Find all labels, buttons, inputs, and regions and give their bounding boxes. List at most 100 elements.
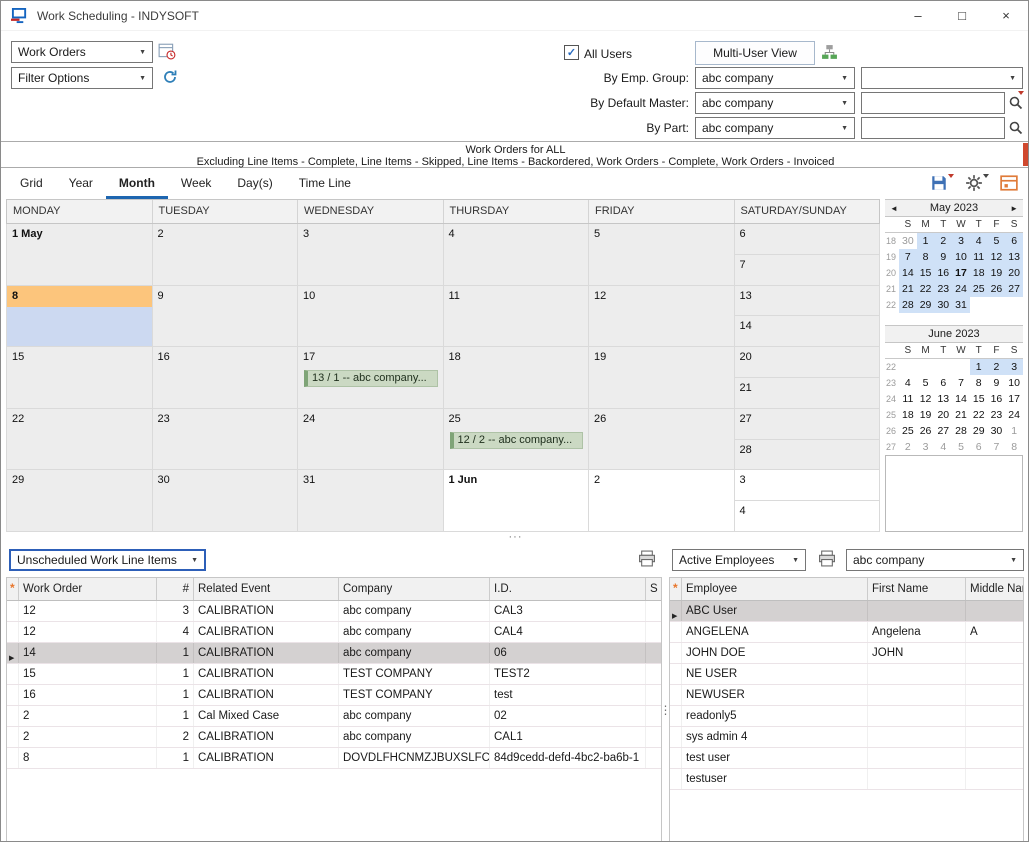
calendar-day[interactable]: 26	[589, 409, 735, 471]
work-line-item-row[interactable]: 12 3 CALIBRATION abc company CAL3	[7, 601, 661, 622]
schedule-calendar-button[interactable]	[158, 42, 176, 63]
minical-day[interactable]: 4	[970, 233, 988, 249]
related-event-cell[interactable]: CALIBRATION	[194, 664, 339, 684]
minical-day[interactable]: 12	[917, 391, 935, 407]
minical-day[interactable]	[934, 359, 952, 375]
minical-day[interactable]: 2	[934, 233, 952, 249]
view-tab[interactable]: Week	[168, 168, 224, 199]
line-number-cell[interactable]: 3	[157, 601, 194, 621]
print-right-button[interactable]	[817, 550, 837, 570]
employee-row[interactable]: JOHN DOE JOHN	[670, 643, 1023, 664]
sunday-cell[interactable]: 4	[735, 501, 880, 531]
calendar-day[interactable]: 22	[7, 409, 153, 471]
sunday-cell[interactable]: 7	[735, 255, 880, 285]
first-name-cell[interactable]	[868, 601, 966, 621]
first-name-cell[interactable]	[868, 727, 966, 747]
minical-day[interactable]: 19	[988, 265, 1006, 281]
minical-day[interactable]	[917, 359, 935, 375]
minical-day[interactable]: 21	[952, 407, 970, 423]
calendar-day[interactable]: 19	[589, 347, 735, 409]
column-header[interactable]: Work Order	[19, 578, 157, 600]
column-header[interactable]: Middle Name	[966, 578, 1023, 600]
calendar-day[interactable]: 11	[444, 286, 590, 348]
employee-cell[interactable]: ABC User	[682, 601, 868, 621]
minical-day[interactable]: 30	[988, 423, 1006, 439]
related-event-cell[interactable]: CALIBRATION	[194, 727, 339, 747]
s-cell[interactable]	[646, 706, 661, 726]
minical-day[interactable]: 29	[970, 423, 988, 439]
employee-cell[interactable]: testuser	[682, 769, 868, 789]
view-tab[interactable]: Year	[56, 168, 106, 199]
calendar-day[interactable]: 29	[7, 470, 153, 532]
column-header[interactable]: #	[157, 578, 194, 600]
minical-day[interactable]	[988, 297, 1006, 313]
minical-day[interactable]: 24	[952, 281, 970, 297]
s-cell[interactable]	[646, 685, 661, 705]
emp-group-extra-select[interactable]: ▼	[861, 67, 1023, 89]
calendar-day[interactable]: 31	[298, 470, 444, 532]
active-employees-select[interactable]: Active Employees ▼	[672, 549, 806, 571]
minical-day[interactable]: 9	[934, 249, 952, 265]
work-line-item-row[interactable]: 15 1 CALIBRATION TEST COMPANY TEST2	[7, 664, 661, 685]
unscheduled-items-select[interactable]: Unscheduled Work Line Items ▼	[9, 549, 206, 571]
work-order-cell[interactable]: 14	[19, 643, 157, 663]
calendar-day[interactable]: 1 May	[7, 224, 153, 286]
first-name-cell[interactable]	[868, 685, 966, 705]
employee-cell[interactable]: ANGELENA	[682, 622, 868, 642]
minical-day[interactable]: 31	[952, 297, 970, 313]
minical-day[interactable]: 4	[934, 439, 952, 455]
company-cell[interactable]: abc company	[339, 601, 490, 621]
vertical-splitter[interactable]: ⋮	[662, 577, 669, 842]
all-users-checkbox[interactable]: ✓	[564, 45, 579, 60]
employee-row[interactable]: readonly5	[670, 706, 1023, 727]
minical-day[interactable]: 2	[899, 439, 917, 455]
work-line-item-row[interactable]: 2 2 CALIBRATION abc company CAL1	[7, 727, 661, 748]
minical-day[interactable]: 27	[934, 423, 952, 439]
horizontal-splitter[interactable]: ···	[1, 532, 1029, 544]
first-name-cell[interactable]: JOHN	[868, 643, 966, 663]
default-master-field[interactable]	[861, 92, 1005, 114]
minical-day[interactable]: 5	[917, 375, 935, 391]
minical-day[interactable]: 3	[917, 439, 935, 455]
calendar-day[interactable]: 2	[153, 224, 299, 286]
minical-day[interactable]: 10	[1005, 375, 1023, 391]
calendar-day[interactable]: 17 13 / 1 -- abc company...	[298, 347, 444, 409]
employee-cell[interactable]: NE USER	[682, 664, 868, 684]
minical-day[interactable]: 5	[988, 233, 1006, 249]
related-event-cell[interactable]: CALIBRATION	[194, 748, 339, 768]
minical-day[interactable]: 19	[917, 407, 935, 423]
s-cell[interactable]	[646, 622, 661, 642]
work-order-cell[interactable]: 12	[19, 622, 157, 642]
minical-day[interactable]: 23	[988, 407, 1006, 423]
minical-day[interactable]: 7	[899, 249, 917, 265]
id-cell[interactable]: 02	[490, 706, 646, 726]
minical-day[interactable]: 4	[899, 375, 917, 391]
company-cell[interactable]: TEST COMPANY	[339, 685, 490, 705]
view-tab[interactable]: Time Line	[286, 168, 364, 199]
first-name-cell[interactable]: Angelena	[868, 622, 966, 642]
minical-day[interactable]: 10	[952, 249, 970, 265]
maximize-button[interactable]: □	[940, 1, 984, 31]
middle-name-cell[interactable]	[966, 601, 1023, 621]
related-event-cell[interactable]: CALIBRATION	[194, 685, 339, 705]
employee-cell[interactable]: test user	[682, 748, 868, 768]
id-cell[interactable]: test	[490, 685, 646, 705]
minical-day[interactable]: 23	[934, 281, 952, 297]
minical-day[interactable]: 17	[952, 265, 970, 281]
minical-day[interactable]: 20	[1005, 265, 1023, 281]
minical-day[interactable]: 22	[970, 407, 988, 423]
work-order-cell[interactable]: 2	[19, 706, 157, 726]
minical-day[interactable]: 11	[970, 249, 988, 265]
work-line-item-row[interactable]: 2 1 Cal Mixed Case abc company 02	[7, 706, 661, 727]
saturday-cell[interactable]: 3	[735, 470, 880, 501]
minimize-button[interactable]: –	[896, 1, 940, 31]
calendar-day[interactable]: 30	[153, 470, 299, 532]
s-cell[interactable]	[646, 727, 661, 747]
middle-name-cell[interactable]: A	[966, 622, 1023, 642]
column-header[interactable]: S	[646, 578, 661, 600]
line-number-cell[interactable]: 1	[157, 643, 194, 663]
default-master-search-button[interactable]	[1008, 95, 1024, 114]
minical-day[interactable]: 11	[899, 391, 917, 407]
company-cell[interactable]: abc company	[339, 643, 490, 663]
print-left-button[interactable]	[637, 550, 657, 570]
